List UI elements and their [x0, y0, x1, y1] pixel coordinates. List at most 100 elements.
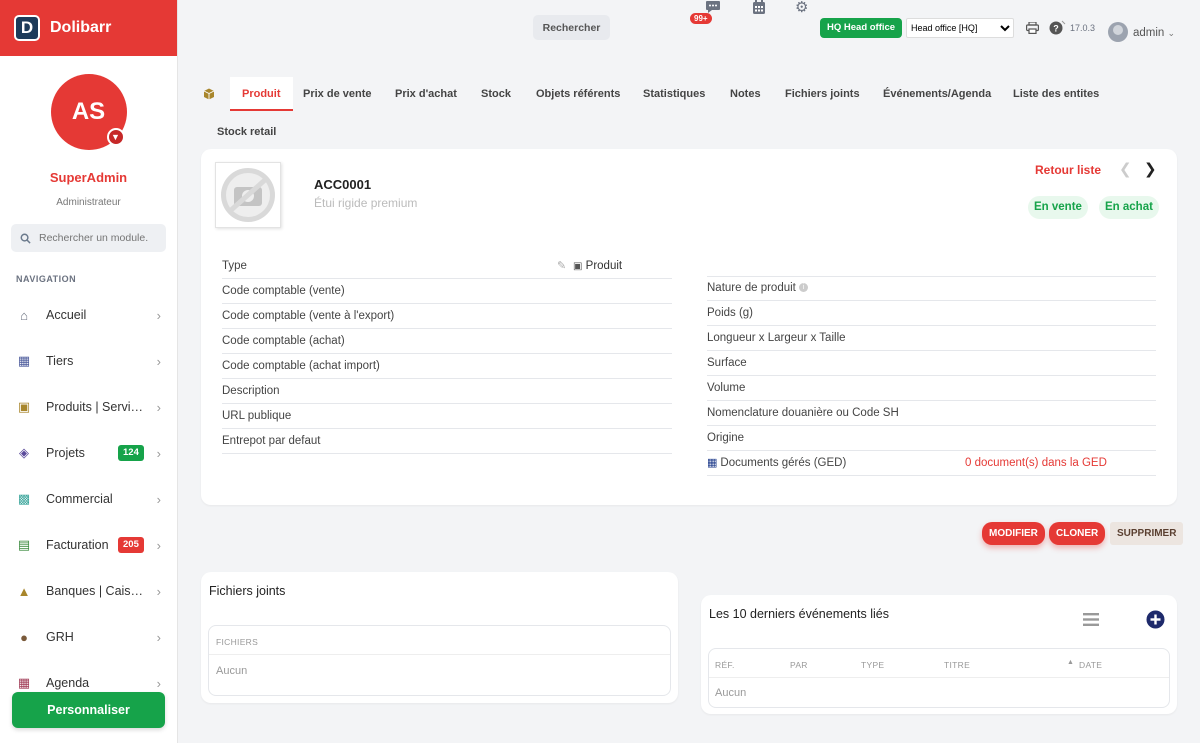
fields-left: Type ✎ ▣ Produit Code comptable (vente) Code…	[222, 254, 672, 454]
chat-icon[interactable]	[705, 0, 721, 14]
field-label: Surface	[707, 357, 747, 369]
search-icon	[20, 233, 31, 244]
sidebar-item-tiers[interactable]: ▦ Tiers ›	[0, 338, 177, 384]
field-label: Code comptable (achat import)	[222, 360, 380, 372]
calendar-icon: ▦	[17, 675, 31, 690]
user-avatar-block[interactable]: AS ▼	[50, 74, 127, 150]
search-button[interactable]: Rechercher	[533, 15, 610, 40]
events-card: Les 10 derniers événements liés RÉF. PAR…	[701, 595, 1177, 714]
user-menu[interactable]: admin ⌄	[1133, 27, 1175, 39]
tab-stock[interactable]: Stock	[481, 77, 511, 111]
tab-fichiers-joints[interactable]: Fichiers joints	[785, 77, 860, 111]
tab-stock-retail[interactable]: Stock retail	[217, 115, 276, 149]
product-label: Étui rigide premium	[314, 196, 418, 210]
list-icon[interactable]	[1083, 613, 1099, 626]
field-label: Longueur x Largeur x Taille	[707, 332, 846, 344]
version-label: 17.0.3	[1070, 23, 1096, 33]
delete-button[interactable]: SUPPRIMER	[1110, 522, 1184, 545]
col-title[interactable]: TITRE	[944, 660, 970, 670]
pencil-icon[interactable]: ✎	[557, 254, 566, 279]
field-row: Code comptable (achat)	[222, 329, 672, 354]
sidebar-item-label: Produits | Services	[46, 400, 144, 414]
module-search[interactable]	[11, 224, 166, 252]
customize-button[interactable]: Personnaliser	[12, 692, 165, 728]
chevron-right-icon: ›	[156, 491, 161, 507]
field-row: Longueur x Largeur x Taille	[707, 326, 1156, 351]
tab-prix-d-achat[interactable]: Prix d'achat	[395, 77, 457, 111]
chevron-down-icon[interactable]: ▼	[106, 128, 125, 146]
chevron-right-icon: ›	[156, 399, 161, 415]
help-icon[interactable]: ?	[1049, 20, 1066, 35]
chevron-right-icon[interactable]: ❯	[1144, 160, 1157, 178]
field-row: Description	[222, 379, 672, 404]
nav-list: ⌂ Accueil › ▦ Tiers › ▣ Produits | Services › ◈ Pr…	[0, 292, 177, 706]
col-type[interactable]: TYPE	[861, 660, 884, 670]
user-avatar-small[interactable]	[1108, 22, 1128, 42]
field-label: Documents gérés (GED)	[720, 457, 847, 469]
chevron-right-icon: ›	[156, 583, 161, 599]
brand-header[interactable]: D Dolibarr	[0, 0, 177, 56]
sidebar-item-banques[interactable]: ▲ Banques | Caisses ›	[0, 568, 177, 614]
col-by[interactable]: PAR	[790, 660, 808, 670]
field-label: Type	[222, 260, 247, 272]
info-icon[interactable]: i	[799, 283, 809, 293]
entity-badge[interactable]: HQ Head office	[820, 18, 903, 38]
sidebar-item-commercial[interactable]: ▩ Commercial ›	[0, 476, 177, 522]
chevron-left-icon[interactable]: ❮	[1119, 160, 1132, 178]
tab-objets-r-f-rents[interactable]: Objets référents	[536, 77, 620, 111]
sort-asc-icon[interactable]: ▲	[1067, 659, 1074, 666]
clone-button[interactable]: CLONER	[1049, 522, 1106, 545]
divider	[709, 677, 1169, 678]
chevron-right-icon: ›	[156, 675, 161, 691]
sidebar-item-grh[interactable]: ● GRH ›	[0, 614, 177, 660]
col-date[interactable]: DATE	[1079, 660, 1102, 670]
user-tie-icon: ●	[20, 629, 28, 645]
sidebar-item-label: Tiers	[46, 354, 74, 368]
sitemap-icon: ◈	[19, 445, 29, 460]
cube-icon: ▣	[17, 399, 31, 414]
field-row: Origine	[707, 426, 1156, 451]
sidebar-item-projets[interactable]: ◈ Projets 124 ›	[0, 430, 177, 476]
tab-liste-des-entites[interactable]: Liste des entites	[1013, 77, 1099, 111]
field-row: ▦ Documents gérés (GED) 0 document(s) dans…	[707, 451, 1156, 476]
module-search-input[interactable]	[39, 232, 159, 244]
sidebar-item-facturation[interactable]: ▤ Facturation 205 ›	[0, 522, 177, 568]
field-label: Code comptable (achat)	[222, 335, 345, 347]
status-sell-badge[interactable]: En vente	[1028, 196, 1088, 219]
tab-produit[interactable]: Produit	[230, 77, 293, 111]
attached-files-card: Fichiers joints FICHIERS Aucun	[201, 572, 678, 703]
user-name[interactable]: SuperAdmin	[0, 170, 177, 185]
product-cube-icon	[203, 88, 215, 100]
sidebar-item-produits[interactable]: ▣ Produits | Services ›	[0, 384, 177, 430]
entity-select[interactable]: Head office [HQ]	[906, 18, 1014, 38]
tab-notes[interactable]: Notes	[730, 77, 761, 111]
product-ref: ACC0001	[314, 177, 372, 192]
tab--v-nements-agenda[interactable]: Événements/Agenda	[883, 77, 991, 111]
events-table: RÉF. PAR TYPE TITRE ▲ DATE Aucun	[708, 648, 1170, 708]
field-row: Surface	[707, 351, 1156, 376]
field-row: Poids (g)	[707, 301, 1156, 326]
field-label: Entrepot par defaut	[222, 435, 321, 447]
back-to-list-link[interactable]: Retour liste	[1035, 163, 1101, 177]
sidebar-item-accueil[interactable]: ⌂ Accueil ›	[0, 292, 177, 338]
gear-icon[interactable]: ⚙	[795, 0, 808, 16]
tab-prix-de-vente[interactable]: Prix de vente	[303, 77, 371, 111]
modify-button[interactable]: MODIFIER	[982, 522, 1045, 545]
col-ref[interactable]: RÉF.	[715, 660, 735, 670]
field-label: Poids (g)	[707, 307, 754, 319]
print-icon[interactable]	[1026, 22, 1039, 34]
notification-badge[interactable]: 99+	[690, 13, 712, 24]
invoice-icon: ▤	[17, 537, 31, 552]
no-photo-icon	[221, 168, 275, 222]
tab-statistiques[interactable]: Statistiques	[643, 77, 705, 111]
add-event-icon[interactable]	[1146, 610, 1165, 629]
product-photo[interactable]	[215, 162, 281, 228]
ged-link[interactable]: 0 document(s) dans la GED	[965, 451, 1107, 476]
field-row: Code comptable (achat import)	[222, 354, 672, 379]
calendar-icon[interactable]	[752, 0, 766, 15]
field-row: Nature de produit i	[707, 276, 1156, 301]
field-label: Nature de produit	[707, 282, 796, 294]
sidebar: D Dolibarr AS ▼ SuperAdmin Administrateu…	[0, 0, 178, 743]
events-empty: Aucun	[715, 687, 747, 699]
status-buy-badge[interactable]: En achat	[1099, 196, 1159, 219]
